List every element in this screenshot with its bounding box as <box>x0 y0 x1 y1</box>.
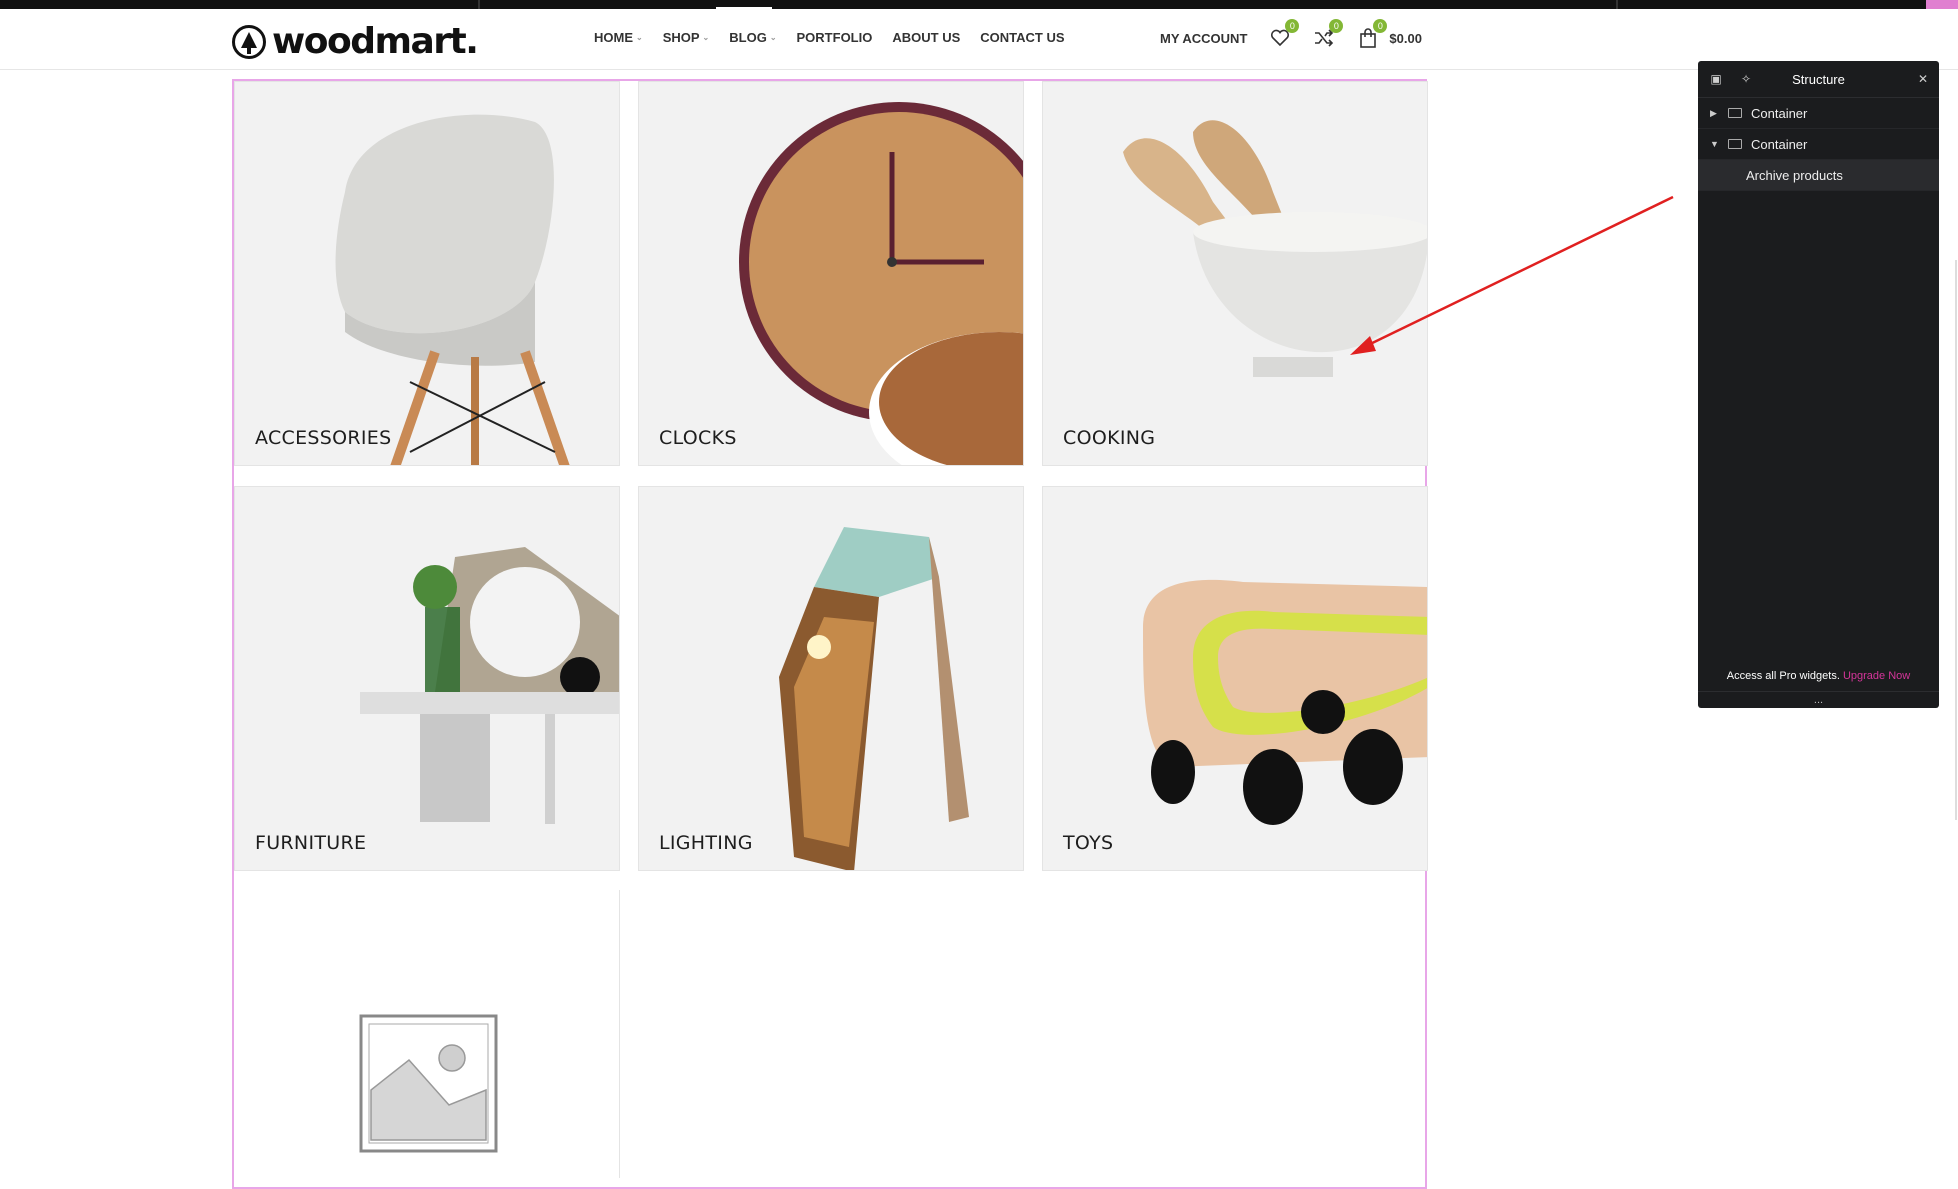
cart-total[interactable]: $0.00 <box>1389 31 1422 46</box>
category-furniture[interactable]: FURNITURE <box>234 486 620 871</box>
nav-home[interactable]: HOME ⌄ <box>594 30 643 45</box>
container-icon <box>1728 108 1742 118</box>
cart-count-badge: 0 <box>1373 19 1388 33</box>
category-label: ACCESSORIES <box>255 427 392 449</box>
category-label: TOYS <box>1063 832 1114 854</box>
nav-contact-label: CONTACT US <box>980 30 1065 45</box>
tree-item-container[interactable]: ▼ Container <box>1698 129 1939 160</box>
toy-car-image <box>1143 579 1427 825</box>
tree-item-label: Container <box>1751 105 1808 121</box>
compare-button[interactable]: 0 <box>1311 19 1344 51</box>
nav-about[interactable]: ABOUT US <box>892 30 960 45</box>
category-label: FURNITURE <box>255 832 367 854</box>
upgrade-now-link[interactable]: Upgrade Now <box>1843 670 1910 682</box>
tree-item-container[interactable]: ▶ Container <box>1698 98 1939 129</box>
category-placeholder[interactable] <box>234 890 620 1178</box>
annotation-arrow <box>1350 195 1674 355</box>
site-header: woodmart. HOME ⌄ SHOP ⌄ BLOG ⌄ PORTFOLIO AB… <box>0 9 1958 70</box>
panel-footer: Access all Pro widgets. Upgrade Now <box>1698 670 1939 682</box>
tree-item-label: Container <box>1751 136 1808 152</box>
category-lighting[interactable]: LIGHTING <box>638 486 1024 871</box>
chevron-down-icon: ⌄ <box>636 33 643 42</box>
chevron-down-icon: ⌄ <box>702 33 710 42</box>
main-nav: HOME ⌄ SHOP ⌄ BLOG ⌄ PORTFOLIO ABOUT US CON… <box>594 30 1065 45</box>
panel-header: ▣ ✧ Structure ✕ <box>1698 61 1939 98</box>
nav-blog[interactable]: BLOG ⌄ <box>729 30 776 45</box>
category-accessories[interactable]: ACCESSORIES <box>234 81 620 466</box>
compare-count-badge: 0 <box>1329 19 1344 33</box>
my-account-link[interactable]: MY ACCOUNT <box>1160 31 1247 46</box>
panel-resize-handle[interactable]: ... <box>1698 691 1939 706</box>
pro-widgets-text: Access all Pro widgets. <box>1726 670 1840 682</box>
chevron-down-icon: ⌄ <box>769 33 777 42</box>
category-toys[interactable]: TOYS <box>1042 486 1428 871</box>
top-bar <box>0 0 1958 9</box>
bar-divider <box>478 0 480 9</box>
shelf-image <box>360 547 619 824</box>
category-label: LIGHTING <box>659 832 753 854</box>
nav-shop-label: SHOP <box>662 30 700 45</box>
category-label: CLOCKS <box>659 427 737 449</box>
nav-blog-label: BLOG <box>729 30 767 45</box>
panel-title: Structure <box>1792 72 1845 87</box>
category-clocks[interactable]: CLOCKS <box>638 81 1024 466</box>
placeholder-image <box>359 1014 498 1153</box>
lamp-image <box>779 527 969 870</box>
nav-contact[interactable]: CONTACT US <box>980 30 1064 45</box>
tree-item-label: Archive products <box>1746 167 1843 183</box>
close-icon[interactable]: ✕ <box>1915 71 1931 87</box>
nav-portfolio[interactable]: PORTFOLIO <box>797 30 873 45</box>
scrollbar[interactable] <box>1955 260 1957 820</box>
structure-panel: ▣ ✧ Structure ✕ ▶ Container ▼ Container … <box>1698 61 1939 708</box>
nav-portfolio-label: PORTFOLIO <box>796 30 873 45</box>
nav-home-label: HOME <box>594 30 633 45</box>
category-label: COOKING <box>1063 427 1156 449</box>
header-actions: MY ACCOUNT 0 0 0 $0.00 <box>1160 19 1422 51</box>
chair-image <box>335 114 570 465</box>
tree-logo-icon <box>232 24 266 59</box>
bar-divider <box>1616 0 1618 9</box>
caret-right-icon[interactable]: ▶ <box>1710 108 1717 119</box>
clock-image <box>739 102 1023 465</box>
logo-text: woodmart. <box>272 21 479 62</box>
site-logo[interactable]: woodmart. <box>232 21 479 62</box>
caret-down-icon[interactable]: ▼ <box>1710 139 1719 149</box>
bar-accent <box>1926 0 1958 9</box>
cart-button[interactable]: 0 <box>1355 19 1388 51</box>
container-icon <box>1728 139 1742 149</box>
wishlist-button[interactable]: 0 <box>1267 19 1300 51</box>
wishlist-count-badge: 0 <box>1285 19 1300 33</box>
nav-shop[interactable]: SHOP ⌄ <box>663 30 710 45</box>
tree-item-archive-products[interactable]: Archive products <box>1698 160 1939 191</box>
nav-about-label: ABOUT US <box>892 30 961 45</box>
